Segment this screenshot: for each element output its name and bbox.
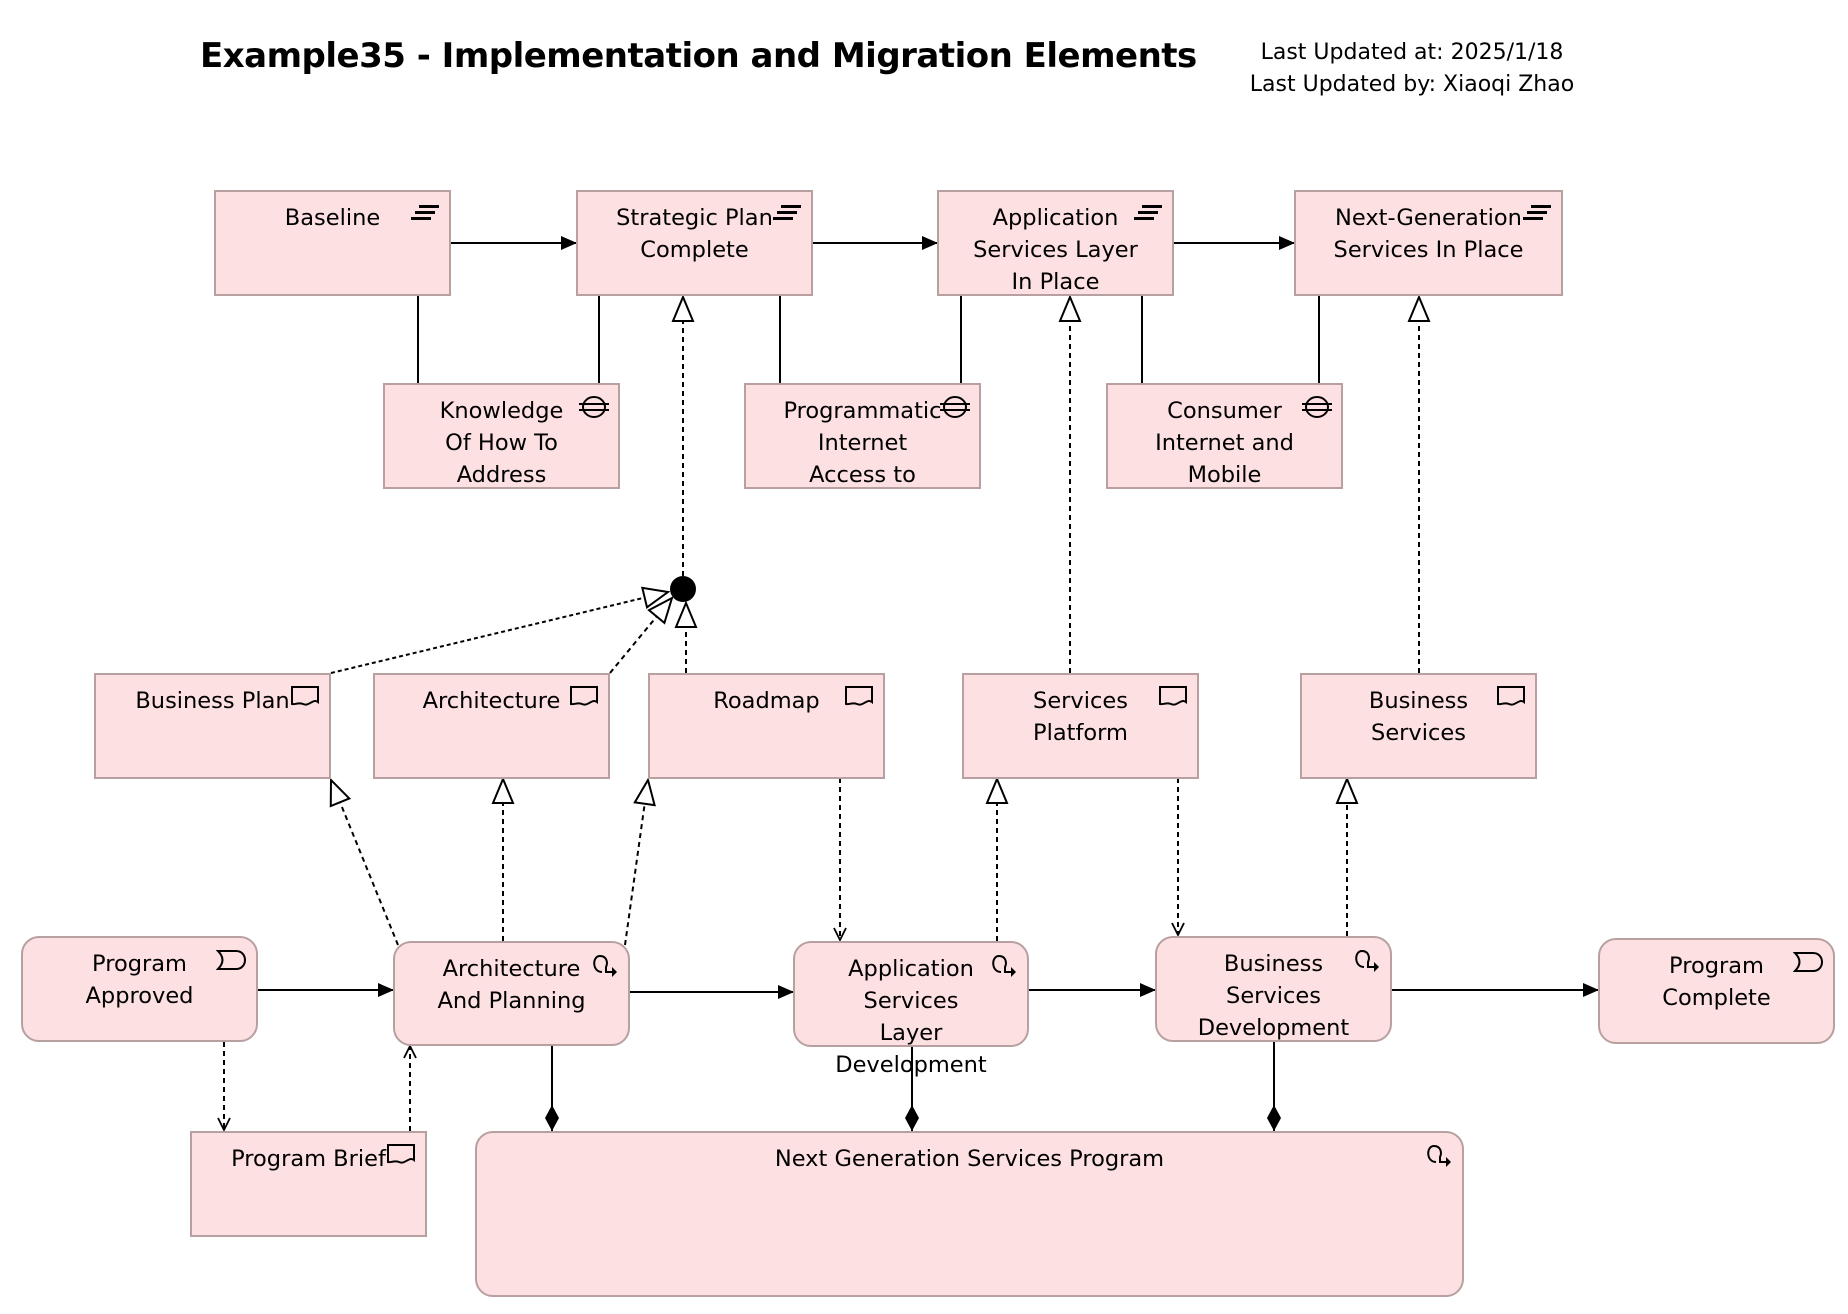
realize-businessplan-junction <box>330 592 668 674</box>
work-package-icon <box>593 954 617 977</box>
node-label: Consumer Internet and Mobile <box>1155 398 1294 488</box>
deliverable-architecture[interactable]: Architecture <box>373 673 610 779</box>
plateau-icon <box>411 205 439 220</box>
work-package-business-services-dev[interactable]: Business Services Development <box>1155 936 1392 1042</box>
node-label: Next-Generation Services In Place <box>1333 205 1524 263</box>
plateau-baseline[interactable]: Baseline <box>214 190 451 296</box>
work-package-icon <box>1427 1144 1451 1167</box>
event-program-approved[interactable]: Program Approved <box>21 936 258 1042</box>
deliverable-icon <box>1497 686 1525 706</box>
plateau-strategic-plan-complete[interactable]: Strategic Plan Complete <box>576 190 813 296</box>
work-package-app-services-layer-dev[interactable]: Application Services Layer Development <box>793 941 1029 1078</box>
event-program-complete[interactable]: Program Complete <box>1598 938 1835 1044</box>
node-label: Next Generation Services Program <box>774 1146 1165 1172</box>
node-label: Program Approved <box>85 951 194 1009</box>
plateau-next-gen-services-in-place[interactable]: Next-Generation Services In Place <box>1294 190 1563 296</box>
event-icon <box>1793 952 1823 972</box>
plateau-app-services-layer-in-place[interactable]: Application Services Layer In Place <box>937 190 1174 296</box>
deliverable-icon <box>570 686 598 706</box>
deliverable-program-brief[interactable]: Program Brief <box>190 1131 427 1237</box>
deliverable-business-services[interactable]: Business Services <box>1300 673 1537 779</box>
deliverable-icon <box>387 1144 415 1164</box>
gap-icon <box>940 396 970 418</box>
plateau-icon <box>1523 205 1551 220</box>
deliverable-icon <box>1159 686 1187 706</box>
realize-archplan-businessplan <box>331 780 399 946</box>
deliverable-business-plan[interactable]: Business Plan <box>94 673 331 779</box>
node-label: Program Complete <box>1662 953 1771 1011</box>
node-label: Architecture <box>422 688 561 714</box>
node-label: Baseline <box>284 205 381 231</box>
realize-architecture-junction <box>609 598 672 674</box>
gap-programmatic-internet[interactable]: Programmatic Internet Access to <box>744 383 981 489</box>
deliverable-icon <box>845 686 873 706</box>
gap-icon <box>1302 396 1332 418</box>
gap-consumer-internet[interactable]: Consumer Internet and Mobile <box>1106 383 1343 489</box>
gap-knowledge[interactable]: Knowledge Of How To Address <box>383 383 620 489</box>
and-junction <box>670 576 696 602</box>
realize-archplan-roadmap <box>624 780 648 946</box>
event-icon <box>216 950 246 970</box>
work-package-icon <box>992 954 1016 977</box>
deliverable-services-platform[interactable]: Services Platform <box>962 673 1199 779</box>
node-label: Services Platform <box>1033 688 1128 746</box>
node-label: Roadmap <box>713 688 820 714</box>
node-label: Business Services <box>1368 688 1469 746</box>
deliverable-icon <box>291 686 319 706</box>
plateau-icon <box>1134 205 1162 220</box>
deliverable-roadmap[interactable]: Roadmap <box>648 673 885 779</box>
work-package-next-gen-services-program[interactable]: Next Generation Services Program <box>475 1131 1464 1297</box>
work-package-architecture-and-planning[interactable]: Architecture And Planning <box>393 941 630 1046</box>
node-label: Knowledge Of How To Address <box>439 398 564 488</box>
gap-icon <box>579 396 609 418</box>
plateau-icon <box>773 205 801 220</box>
work-package-icon <box>1355 949 1379 972</box>
